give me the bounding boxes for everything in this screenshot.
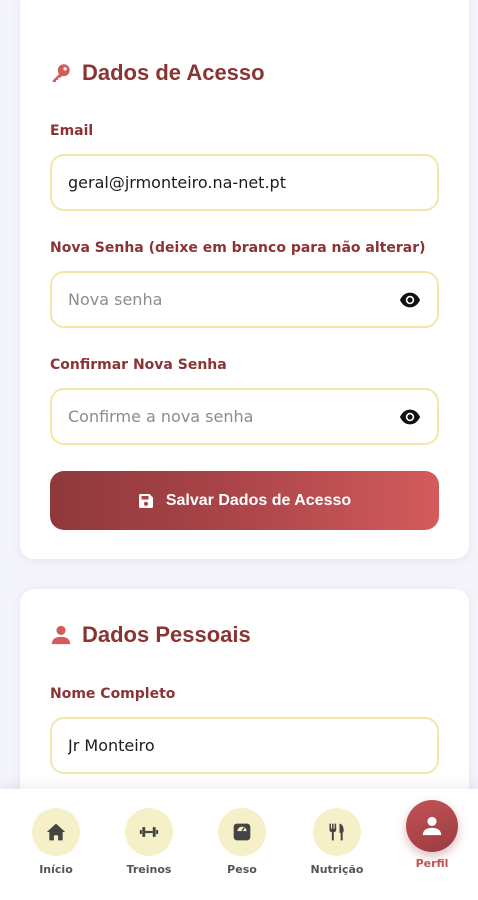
- nav-item-treinos[interactable]: Treinos: [104, 789, 194, 900]
- confirm-password-field[interactable]: [68, 407, 391, 426]
- bottom-nav: Início Treinos Peso Nutrição Perfil: [0, 789, 478, 900]
- nav-label: Nutrição: [310, 863, 364, 876]
- full-name-field[interactable]: [68, 736, 421, 755]
- nav-item-nutricao[interactable]: Nutrição: [292, 789, 382, 900]
- user-icon: [422, 816, 442, 836]
- nav-item-inicio[interactable]: Início: [11, 789, 101, 900]
- eye-icon[interactable]: [399, 406, 421, 428]
- personal-card-title: Dados Pessoais: [50, 622, 251, 648]
- home-icon: [46, 823, 66, 841]
- save-icon: [138, 493, 154, 509]
- access-data-card: Dados de Acesso Email Nova Senha (deixe …: [20, 0, 469, 559]
- nav-circle: [406, 800, 458, 852]
- nav-label: Peso: [227, 863, 257, 876]
- nav-label: Treinos: [126, 863, 172, 876]
- full-name-label: Nome Completo: [50, 686, 176, 702]
- nav-circle: [313, 808, 361, 856]
- personal-card-title-text: Dados Pessoais: [82, 622, 251, 647]
- dumbbell-icon: [139, 827, 159, 837]
- utensils-icon: [329, 823, 344, 841]
- new-password-field[interactable]: [68, 290, 391, 309]
- nav-label: Início: [39, 863, 73, 876]
- new-password-field-wrapper: [50, 271, 439, 328]
- email-field[interactable]: [68, 173, 421, 192]
- user-icon: [50, 624, 72, 646]
- nav-circle: [125, 808, 173, 856]
- key-icon: [50, 62, 72, 84]
- email-field-wrapper: [50, 154, 439, 211]
- confirm-password-field-wrapper: [50, 388, 439, 445]
- full-name-field-wrapper: [50, 717, 439, 774]
- nav-item-peso[interactable]: Peso: [197, 789, 287, 900]
- access-card-title-text: Dados de Acesso: [82, 60, 265, 85]
- eye-icon[interactable]: [399, 289, 421, 311]
- access-card-title: Dados de Acesso: [50, 60, 265, 86]
- save-button-label: Salvar Dados de Acesso: [165, 491, 352, 509]
- email-label: Email: [50, 123, 94, 139]
- nav-item-perfil[interactable]: Perfil: [387, 789, 477, 900]
- scale-icon: [233, 823, 251, 841]
- nav-circle: [218, 808, 266, 856]
- save-access-data-button[interactable]: Salvar Dados de Acesso: [50, 471, 439, 530]
- nav-circle: [32, 808, 80, 856]
- confirm-password-label: Confirmar Nova Senha: [50, 357, 227, 373]
- new-password-label: Nova Senha (deixe em branco para não alt…: [50, 240, 426, 256]
- nav-label: Perfil: [415, 857, 449, 870]
